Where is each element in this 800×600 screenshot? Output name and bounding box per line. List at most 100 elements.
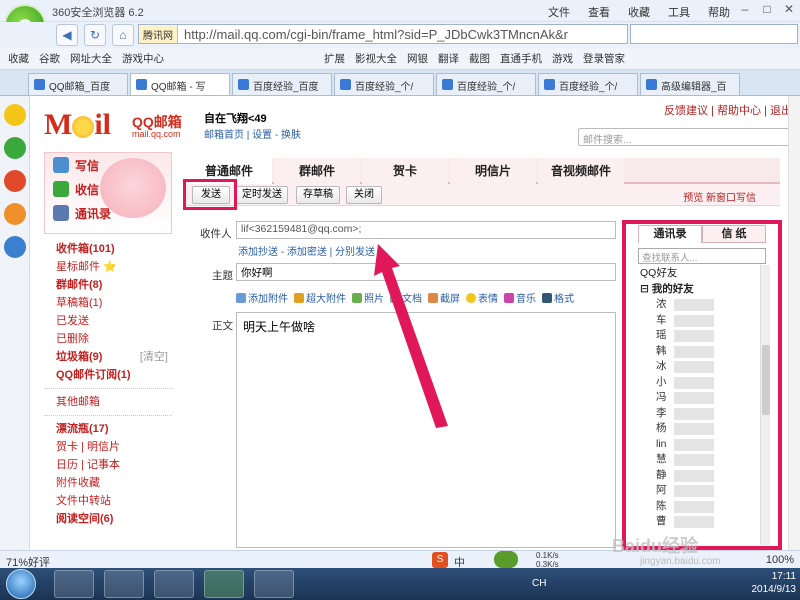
folder-spam[interactable]: 垃圾箱(9) [清空]	[44, 348, 172, 366]
start-button[interactable]	[6, 569, 36, 599]
back-icon[interactable]: ◀	[56, 24, 78, 46]
ext-video[interactable]: 影视大全	[355, 51, 397, 66]
emoji-button[interactable]: 表情	[466, 290, 498, 306]
close-button[interactable]: 关闭	[346, 186, 382, 204]
site-badge[interactable]: 腾讯网	[139, 25, 178, 43]
ext-extensions[interactable]: 扩展	[324, 51, 345, 66]
network-meter-icon[interactable]	[494, 551, 518, 568]
zoom-level[interactable]: 100%	[766, 554, 794, 566]
maximize-icon[interactable]: □	[756, 0, 778, 18]
close-icon[interactable]: ✕	[778, 0, 800, 18]
address-bar[interactable]: 腾讯网 http://mail.qq.com/cgi-bin/frame_htm…	[138, 24, 628, 44]
attach-button[interactable]: 添加附件	[236, 290, 288, 306]
tab-baidu-jingyan-3[interactable]: 百度经验_个/	[436, 73, 536, 95]
taskbar-app-2[interactable]	[104, 570, 144, 598]
contacts-scrollbar[interactable]	[760, 265, 770, 545]
list-item[interactable]: 曹	[638, 514, 760, 530]
tab-stationery[interactable]: 信 纸	[702, 225, 766, 243]
large-attach-button[interactable]: 超大附件	[294, 290, 346, 306]
weibo-icon[interactable]	[4, 170, 26, 192]
bookmark-google[interactable]: 谷歌	[39, 51, 60, 66]
folder-attachments[interactable]: 附件收藏	[44, 474, 172, 492]
taskbar-app-3[interactable]	[154, 570, 194, 598]
ext-login[interactable]: 登录管家	[583, 51, 625, 66]
list-item[interactable]: 杨	[638, 421, 760, 437]
format-button[interactable]: 格式	[542, 290, 574, 306]
list-item[interactable]: 瑶	[638, 328, 760, 344]
to-field[interactable]: lif<362159481@qq.com>;	[236, 221, 616, 239]
folder-transfer[interactable]: 文件中转站	[44, 492, 172, 510]
taskbar-app-1[interactable]	[54, 570, 94, 598]
group-qq-friends[interactable]: QQ好友	[638, 265, 760, 281]
group-my-friends[interactable]: ⊟ 我的好友	[638, 281, 760, 297]
save-draft-button[interactable]: 存草稿	[296, 186, 340, 204]
user-links[interactable]: 邮箱首页 | 设置 - 换肤	[204, 126, 301, 141]
bookmark-favorites[interactable]: 收藏	[8, 51, 29, 66]
folder-calendar[interactable]: 日历 | 记事本	[44, 456, 172, 474]
list-item[interactable]: 静	[638, 468, 760, 484]
preview-links[interactable]: 预览 新窗口写信	[683, 189, 756, 204]
folder-sent[interactable]: 已发送	[44, 312, 172, 330]
schedule-send-button[interactable]: 定时发送	[236, 186, 288, 204]
url-text[interactable]: http://mail.qq.com/cgi-bin/frame_html?si…	[178, 27, 568, 42]
tab-group-mail[interactable]: 群邮件	[274, 158, 360, 184]
list-item[interactable]: lin	[638, 437, 760, 453]
ext-phone[interactable]: 直通手机	[500, 51, 542, 66]
folder-subscriptions[interactable]: QQ邮件订阅(1)	[44, 366, 172, 384]
tab-baidu-jingyan-4[interactable]: 百度经验_个/	[538, 73, 638, 95]
menu-tools[interactable]: 工具	[668, 4, 690, 20]
email-icon[interactable]	[4, 203, 26, 225]
ext-screenshot[interactable]: 截图	[469, 51, 490, 66]
bookmark-games[interactable]: 游戏中心	[122, 51, 164, 66]
mail-search-input[interactable]: 邮件搜索...	[578, 128, 798, 146]
folder-cards[interactable]: 贺卡 | 明信片	[44, 438, 172, 456]
folder-deleted[interactable]: 已删除	[44, 330, 172, 348]
tab-qqmail-compose[interactable]: QQ邮箱 - 写	[130, 73, 230, 95]
list-item[interactable]: 李	[638, 406, 760, 422]
list-item[interactable]: 韩	[638, 344, 760, 360]
top-links[interactable]: 反馈建议 | 帮助中心 | 退出	[664, 102, 792, 118]
refresh-icon[interactable]: ↻	[84, 24, 106, 46]
list-item[interactable]: 小	[638, 375, 760, 391]
bookmark-hao123[interactable]: 网址大全	[70, 51, 112, 66]
list-item[interactable]: 阿	[638, 483, 760, 499]
system-clock[interactable]: 17:11 2014/9/13	[752, 570, 797, 596]
browser-search-input[interactable]	[630, 24, 798, 44]
list-item[interactable]: 慧	[638, 452, 760, 468]
list-item[interactable]: 车	[638, 313, 760, 329]
tab-baidu-jingyan-2[interactable]: 百度经验_个/	[334, 73, 434, 95]
ext-bank[interactable]: 网银	[407, 51, 428, 66]
tab-video-mail[interactable]: 音视频邮件	[538, 158, 624, 184]
page-scrollbar[interactable]	[788, 96, 800, 550]
minimize-icon[interactable]: –	[734, 0, 756, 18]
folder-drafts[interactable]: 草稿箱(1)	[44, 294, 172, 312]
peace-icon[interactable]	[4, 236, 26, 258]
language-indicator[interactable]: CH	[532, 578, 546, 589]
cc-links[interactable]: 添加抄送 - 添加密送 | 分别发送	[238, 243, 375, 258]
ext-game[interactable]: 游戏	[552, 51, 573, 66]
folder-reading[interactable]: 阅读空间(6)	[44, 510, 172, 528]
tab-qqmail-baidu[interactable]: QQ邮箱_百度	[28, 73, 128, 95]
tab-card[interactable]: 贺卡	[362, 158, 448, 184]
qqmail-logo[interactable]: Mil	[44, 108, 111, 142]
menu-help[interactable]: 帮助	[708, 4, 730, 20]
folder-bottle[interactable]: 漂流瓶(17)	[44, 420, 172, 438]
folder-other[interactable]: 其他邮箱	[44, 393, 172, 411]
taskbar-app-360[interactable]	[204, 570, 244, 598]
tab-advanced-editor[interactable]: 高级编辑器_百	[640, 73, 740, 95]
folder-group[interactable]: 群邮件(8)	[44, 276, 172, 294]
empty-spam-link[interactable]: [清空]	[140, 348, 168, 366]
star-icon[interactable]	[4, 104, 26, 126]
clock-icon[interactable]	[4, 137, 26, 159]
ext-translate[interactable]: 翻译	[438, 51, 459, 66]
menu-view[interactable]: 查看	[588, 4, 610, 20]
music-button[interactable]: 音乐	[504, 290, 536, 306]
list-item[interactable]: 冯	[638, 390, 760, 406]
contact-search-input[interactable]: 查找联系人...	[638, 248, 766, 264]
sogou-ime-icon[interactable]: S	[432, 552, 448, 568]
list-item[interactable]: 浓	[638, 297, 760, 313]
menu-favorites[interactable]: 收藏	[628, 4, 650, 20]
list-item[interactable]: 陈	[638, 499, 760, 515]
taskbar-app-5[interactable]	[254, 570, 294, 598]
folder-starred[interactable]: 星标邮件 ⭐	[44, 258, 172, 276]
